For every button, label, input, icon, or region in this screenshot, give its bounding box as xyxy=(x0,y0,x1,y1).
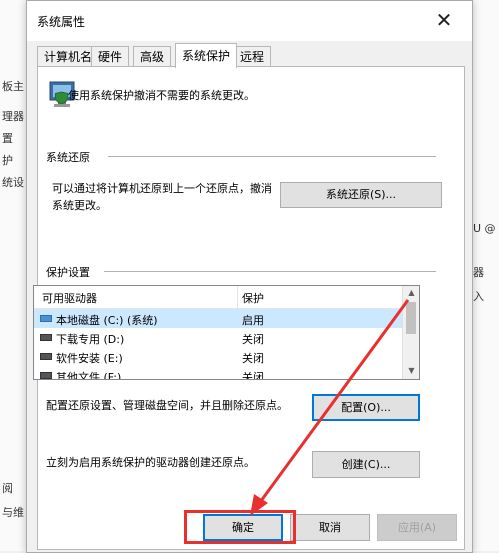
drive-name: 其他文件 (F:) xyxy=(56,371,122,380)
background-text: 阅 xyxy=(2,482,13,495)
tab-computer-name[interactable]: 计算机名 xyxy=(37,46,100,67)
drive-row[interactable]: 软件安装 (E:) 关闭 xyxy=(34,347,402,366)
drive-row[interactable]: 本地磁盘 (C:) (系统) 启用 xyxy=(34,309,402,328)
background-text: 器 xyxy=(473,266,484,279)
apply-button[interactable]: 应用(A) xyxy=(377,514,457,541)
close-icon[interactable]: ✕ xyxy=(429,6,459,34)
list-scrollbar[interactable]: ▲ ▼ xyxy=(402,286,419,379)
protection-settings-label: 保护设置 xyxy=(46,266,90,279)
dialog-title: 系统属性 xyxy=(37,15,86,29)
drive-status: 关闭 xyxy=(242,333,264,346)
annotation-highlight-box xyxy=(184,510,296,544)
list-header: 可用驱动器 保护 xyxy=(34,286,402,309)
restore-description-line1: 可以通过将计算机还原到上一个还原点，撤消 xyxy=(52,182,272,195)
background-text: 板主 xyxy=(2,80,24,93)
drive-name: 本地磁盘 (C:) (系统) xyxy=(56,314,158,327)
tab-advanced[interactable]: 高级 xyxy=(133,46,172,67)
create-description: 立刻为启用系统保护的驱动器创建还原点。 xyxy=(46,456,255,469)
background-text: 置 xyxy=(2,132,13,145)
tab-remote[interactable]: 远程 xyxy=(233,46,272,67)
system-restore-label: 系统还原 xyxy=(46,151,90,164)
background-text: 统设 xyxy=(2,176,24,189)
drive-icon xyxy=(40,353,52,360)
scroll-down-icon[interactable]: ▼ xyxy=(403,364,419,378)
drive-icon xyxy=(40,334,52,341)
column-divider xyxy=(237,286,238,308)
drive-list[interactable]: 可用驱动器 保护 本地磁盘 (C:) (系统) 启用 下载专用 (D:) 关闭 … xyxy=(33,285,420,380)
divider xyxy=(108,156,436,157)
title-bar: 系统属性 ✕ xyxy=(27,1,472,41)
configure-description: 配置还原设置、管理磁盘空间，并且删除还原点。 xyxy=(46,399,288,412)
background-text: 入 xyxy=(473,290,484,303)
drive-row[interactable]: 其他文件 (F:) 关闭 xyxy=(34,366,402,380)
drive-status: 关闭 xyxy=(242,371,264,380)
restore-description-line2: 系统更改。 xyxy=(52,199,107,212)
background-text: 与维 xyxy=(2,506,24,519)
drive-row[interactable]: 下载专用 (D:) 关闭 xyxy=(34,328,402,347)
cancel-button[interactable]: 取消 xyxy=(290,514,370,541)
drive-status: 启用 xyxy=(242,314,264,327)
scroll-up-icon[interactable]: ▲ xyxy=(403,286,419,300)
column-header-protection[interactable]: 保护 xyxy=(242,290,264,306)
tab-hardware[interactable]: 硬件 xyxy=(91,46,130,67)
system-restore-button[interactable]: 系统还原(S)... xyxy=(280,182,442,208)
drive-name: 软件安装 (E:) xyxy=(56,352,123,365)
background-text: U @ 2. xyxy=(473,222,499,235)
drive-icon xyxy=(40,372,52,379)
drive-name: 下载专用 (D:) xyxy=(56,333,125,346)
background-text: 理器 xyxy=(2,110,24,123)
background-text: 护 xyxy=(2,154,13,167)
drive-icon xyxy=(40,315,52,322)
create-button[interactable]: 创建(C)... xyxy=(312,451,420,478)
tab-system-protection[interactable]: 系统保护 xyxy=(175,43,238,68)
scroll-thumb[interactable] xyxy=(406,302,416,334)
drive-status: 关闭 xyxy=(242,352,264,365)
intro-text: 使用系统保护撤消不需要的系统更改。 xyxy=(68,89,255,102)
column-header-drives[interactable]: 可用驱动器 xyxy=(42,290,97,306)
divider xyxy=(104,271,436,272)
configure-button[interactable]: 配置(O)... xyxy=(312,394,420,421)
